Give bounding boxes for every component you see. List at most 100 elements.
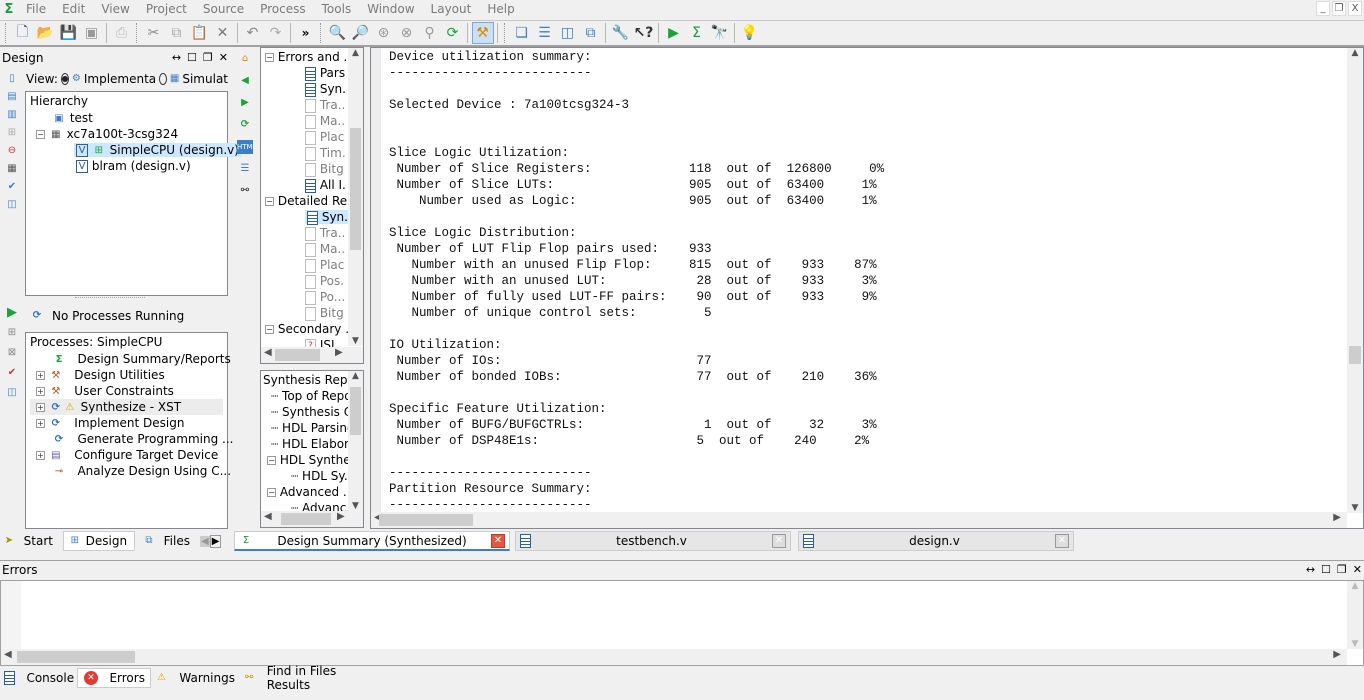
new-window-icon[interactable]: ⧉ xyxy=(580,22,602,44)
binoculars-icon[interactable]: 🔭 xyxy=(709,22,731,44)
editor-horizontal-scrollbar[interactable]: ◀ ▶ xyxy=(371,512,1347,528)
cascade-windows-icon[interactable]: ❏ xyxy=(511,22,533,44)
forward-icon[interactable]: ▶ xyxy=(238,96,252,110)
process-analyze-design[interactable]: ⊸ Analyze Design Using C... xyxy=(30,463,231,479)
process-design-utilities[interactable]: + ⚒ Design Utilities xyxy=(30,367,223,383)
open-project-icon[interactable]: 📂 xyxy=(35,22,57,44)
menu-view[interactable]: View xyxy=(93,2,137,16)
zoom-in-icon[interactable]: 🔍 xyxy=(327,22,349,44)
zoom-full-icon[interactable]: ⊛ xyxy=(373,22,395,44)
collapse-icon[interactable]: − xyxy=(36,130,45,139)
hierarchy-item-simplecpu[interactable]: V ⊞ SimpleCPU (design.v) xyxy=(30,142,241,158)
expand-icon[interactable]: + xyxy=(36,371,45,380)
new-source-icon[interactable]: ▯ xyxy=(5,72,19,86)
close-tab-icon[interactable]: ✕ xyxy=(1055,534,1069,548)
tab-design-v[interactable]: design.v ✕ xyxy=(798,531,1074,551)
doc-check-icon[interactable]: ✔ xyxy=(5,180,19,194)
cut-icon[interactable]: ✂ xyxy=(143,22,165,44)
refresh-icon[interactable]: ⟳ xyxy=(442,22,464,44)
expand-icon[interactable]: + xyxy=(36,403,45,412)
vertical-scrollbar[interactable]: ▲ ▼ xyxy=(348,48,363,346)
maximize-icon[interactable]: ☐ xyxy=(1321,563,1331,576)
collapse-icon[interactable]: − xyxy=(265,325,274,334)
process-design-summary[interactable]: Σ Design Summary/Reports xyxy=(30,351,231,367)
editor-vertical-scrollbar[interactable]: ▲ ▼ xyxy=(1347,48,1363,513)
run-icon[interactable]: ▶ xyxy=(663,22,685,44)
horizontal-scrollbar[interactable]: ◀ ▶ xyxy=(261,511,363,527)
float-icon[interactable]: ↔ xyxy=(172,51,181,64)
refresh-icon[interactable]: ⟳ xyxy=(238,118,252,132)
new-file-icon[interactable]: 🗋 xyxy=(12,22,34,44)
horizontal-scrollbar[interactable]: ◀ ▶ xyxy=(261,347,363,363)
menu-source[interactable]: Source xyxy=(195,2,252,16)
tab-warnings[interactable]: ⚠ Warnings xyxy=(155,668,235,688)
tab-errors[interactable]: ✕ Errors xyxy=(77,668,151,688)
add-source-icon[interactable]: ▤ xyxy=(5,90,19,104)
radio-implementation[interactable] xyxy=(60,73,69,85)
process-configure-target[interactable]: + ▤ Configure Target Device xyxy=(30,447,223,463)
delete-icon[interactable]: ✕ xyxy=(212,22,234,44)
tab-scroll-arrows[interactable]: ◀ ▶ xyxy=(200,531,228,551)
layout-icon[interactable]: ◫ xyxy=(5,386,19,400)
print-icon[interactable]: ⎙ xyxy=(111,22,133,44)
process-implement[interactable]: + ⟳ Implement Design xyxy=(30,415,223,431)
sigma-icon[interactable]: Σ xyxy=(686,22,708,44)
checklist-icon[interactable]: ☰ xyxy=(238,162,252,176)
menu-help[interactable]: Help xyxy=(479,2,522,16)
rerun-all-icon[interactable]: ⊠ xyxy=(5,346,19,360)
maximize-icon[interactable]: ☐ xyxy=(187,51,197,64)
radio-simulation[interactable] xyxy=(159,73,167,85)
add-copy-source-icon[interactable]: ▥ xyxy=(5,108,19,122)
tab-files[interactable]: ⧉ Files xyxy=(142,531,198,551)
hierarchy-item-test[interactable]: ▣ test xyxy=(30,110,223,126)
process-synthesize[interactable]: + ⟳ ⚠ Synthesize - XST xyxy=(30,399,223,415)
chip-check-icon[interactable]: ▦ xyxy=(5,162,19,176)
scrollbar-thumb[interactable] xyxy=(350,387,361,435)
save-all-icon[interactable]: ▣ xyxy=(81,22,103,44)
restore-button[interactable]: ❐ xyxy=(1332,1,1346,16)
tile-horizontal-icon[interactable]: ☰ xyxy=(534,22,556,44)
tile-vertical-icon[interactable]: ◫ xyxy=(557,22,579,44)
binoculars-icon[interactable]: ⚯ xyxy=(238,184,252,198)
menu-project[interactable]: Project xyxy=(138,2,195,16)
close-panel-icon[interactable]: ✕ xyxy=(219,51,228,64)
close-tab-icon[interactable]: ✕ xyxy=(491,533,505,548)
zoom-out-icon[interactable]: 🔎 xyxy=(350,22,372,44)
paste-icon[interactable]: 📋 xyxy=(189,22,211,44)
layout-icon[interactable]: ◫ xyxy=(5,198,19,212)
zoom-to-icon[interactable]: ⚲ xyxy=(419,22,441,44)
process-generate-programming[interactable]: ⟳ Generate Programming ... xyxy=(30,431,234,447)
vertical-scrollbar[interactable]: ▲ ▼ xyxy=(348,371,363,511)
context-help-icon[interactable]: ↖? xyxy=(633,22,655,44)
wrench-icon[interactable]: 🔧 xyxy=(610,22,632,44)
process-user-constraints[interactable]: + ⚒ User Constraints xyxy=(30,383,223,399)
tab-testbench[interactable]: testbench.v ✕ xyxy=(515,531,791,551)
splitter-handle[interactable] xyxy=(75,297,145,299)
back-icon[interactable]: ◀ xyxy=(238,74,252,88)
restore-icon[interactable]: ❐ xyxy=(1337,563,1347,576)
hierarchy-item-blram[interactable]: V blram (design.v) xyxy=(30,158,223,174)
scrollbar-thumb[interactable] xyxy=(1349,346,1361,364)
menu-layout[interactable]: Layout xyxy=(423,2,480,16)
copy-icon[interactable]: ⧉ xyxy=(166,22,188,44)
lightbulb-icon[interactable]: 💡 xyxy=(739,22,761,44)
close-tab-icon[interactable]: ✕ xyxy=(772,534,786,548)
remove-source-icon[interactable]: ⊖ xyxy=(5,144,19,158)
implementation-label[interactable]: Implementa xyxy=(84,72,156,86)
hammer-icon[interactable]: ⚒ xyxy=(471,22,494,44)
save-icon[interactable]: 💾 xyxy=(58,22,80,44)
rerun-icon[interactable]: ⊞ xyxy=(5,326,19,340)
menu-edit[interactable]: Edit xyxy=(54,2,93,16)
float-icon[interactable]: ↔ xyxy=(1306,563,1315,576)
zoom-fit-icon[interactable]: ⊗ xyxy=(396,22,418,44)
undo-icon[interactable]: ↶ xyxy=(242,22,264,44)
collapse-icon[interactable]: − xyxy=(265,197,274,206)
collapse-icon[interactable]: − xyxy=(267,456,276,465)
stop-icon[interactable]: ✔ xyxy=(5,366,19,380)
menu-file[interactable]: File xyxy=(18,2,54,16)
redo-icon[interactable]: ↷ xyxy=(265,22,287,44)
horizontal-scrollbar[interactable]: ◀ ▶ xyxy=(1,649,1347,665)
toolbar-overflow-icon[interactable]: » xyxy=(295,22,317,44)
collapse-icon[interactable]: − xyxy=(265,53,274,62)
menu-window[interactable]: Window xyxy=(359,2,422,16)
